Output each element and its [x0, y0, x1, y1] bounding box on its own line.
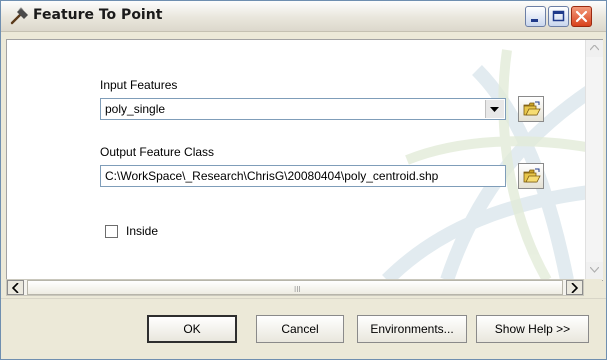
chevron-down-icon [490, 107, 499, 112]
scroll-up-button[interactable] [586, 40, 603, 57]
close-button[interactable] [571, 6, 592, 27]
cancel-button[interactable]: Cancel [256, 315, 344, 343]
scrollbar-corner [584, 279, 602, 296]
output-feature-class-browse-button[interactable] [518, 163, 544, 189]
scroll-right-button[interactable] [566, 280, 583, 295]
dropdown-arrow-button[interactable] [485, 100, 504, 118]
output-feature-class-input[interactable]: C:\WorkSpace\_Research\ChrisG\20080404\p… [100, 165, 506, 187]
inside-checkbox[interactable] [105, 225, 118, 238]
input-features-label: Input Features [100, 78, 178, 92]
maximize-icon [552, 10, 565, 22]
environments-button[interactable]: Environments... [357, 315, 467, 343]
horizontal-scrollbar[interactable]: III [6, 279, 584, 296]
show-help-button[interactable]: Show Help >> [476, 315, 589, 343]
output-feature-class-value: C:\WorkSpace\_Research\ChrisG\20080404\p… [105, 169, 439, 183]
chevron-down-icon [590, 267, 599, 273]
ok-button[interactable]: OK [147, 315, 237, 343]
output-feature-class-label: Output Feature Class [100, 145, 215, 159]
window-title: Feature To Point [33, 7, 163, 23]
minimize-icon [531, 19, 538, 22]
parameters-panel: Input Features poly_single Output Featur… [6, 39, 603, 281]
dialog-window: Feature To Point Input Features poly_sin… [0, 0, 607, 360]
chevron-up-icon [590, 45, 599, 51]
close-icon [575, 10, 588, 23]
scroll-down-button[interactable] [586, 262, 603, 279]
title-bar[interactable]: Feature To Point [1, 1, 606, 32]
open-folder-icon [523, 168, 541, 183]
maximize-button[interactable] [548, 6, 569, 27]
scroll-grip: III [294, 285, 301, 294]
scroll-thumb[interactable]: III [27, 280, 563, 295]
open-folder-icon [523, 101, 541, 116]
input-features-value: poly_single [105, 102, 166, 116]
globe-background-image [382, 49, 603, 280]
input-features-dropdown[interactable]: poly_single [100, 98, 506, 120]
button-bar: OK Cancel Environments... Show Help >> [1, 298, 606, 359]
chevron-left-icon [12, 283, 19, 293]
scroll-left-button[interactable] [7, 280, 24, 295]
inside-label[interactable]: Inside [126, 224, 158, 238]
chevron-right-icon [571, 283, 578, 293]
vertical-scrollbar[interactable] [585, 40, 603, 280]
minimize-button[interactable] [525, 6, 546, 27]
input-features-browse-button[interactable] [518, 96, 544, 122]
hammer-icon [9, 7, 29, 25]
